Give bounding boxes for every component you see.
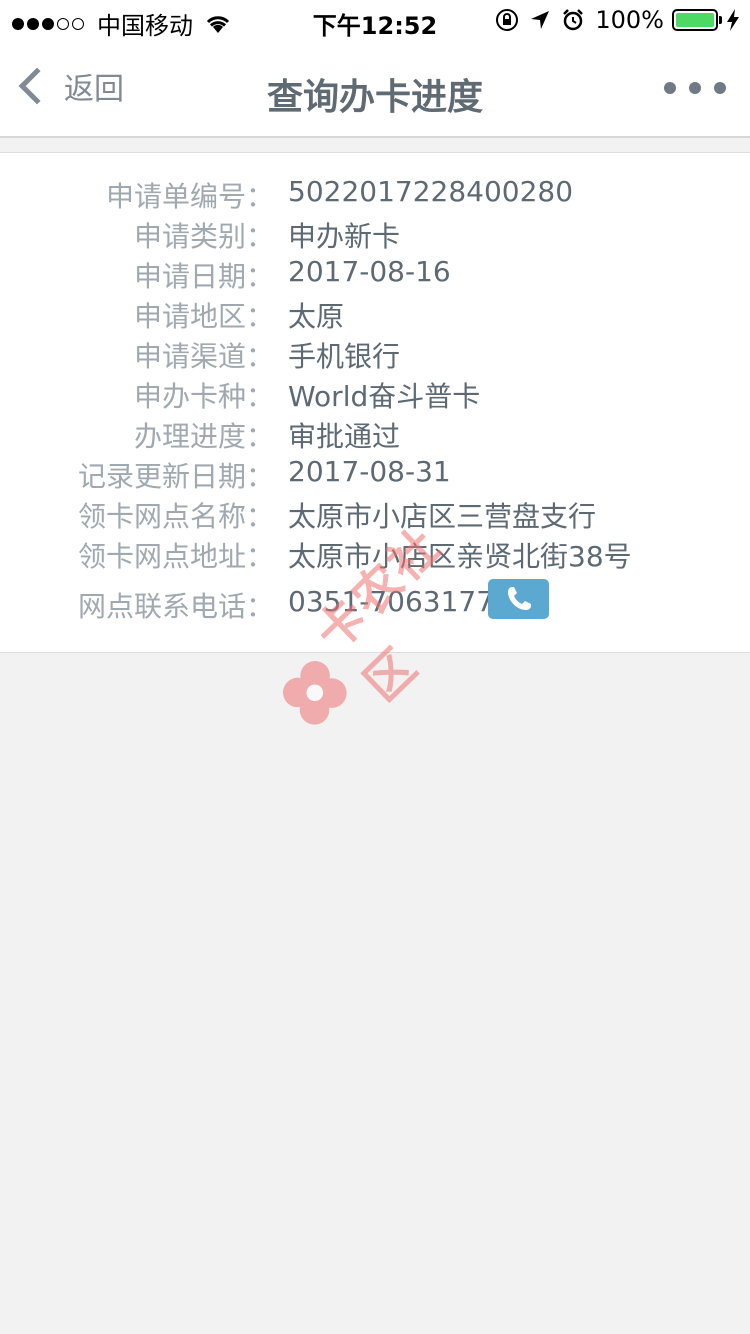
alarm-icon [563, 9, 584, 31]
call-button[interactable] [488, 579, 549, 619]
field-row-application-channel: 申请渠道： 手机银行 [0, 335, 750, 375]
field-row-progress: 办理进度： 审批通过 [0, 415, 750, 455]
flower-logo-icon [282, 660, 347, 725]
field-value: 太原市小店区三营盘支行 [288, 500, 597, 533]
battery-icon [672, 9, 722, 31]
field-value: 审批通过 [288, 420, 401, 453]
field-row-card-type: 申办卡种： World奋斗普卡 [0, 375, 750, 415]
field-value: 5022017228400280 [288, 175, 574, 208]
branch-phone-number[interactable]: 0351-7063177 [288, 585, 494, 618]
field-row-branch-phone: 网点联系电话： 0351-7063177 [0, 579, 750, 625]
field-row-application-type: 申请类别： 申办新卡 [0, 215, 750, 255]
field-row-branch-address: 领卡网点地址： 太原市小店区亲贤北街38号 [0, 535, 750, 575]
location-icon [531, 11, 550, 29]
field-row-branch-name: 领卡网点名称： 太原市小店区三营盘支行 [0, 495, 750, 535]
field-label: 申请类别： [133, 220, 274, 253]
field-label: 网点联系电话： [77, 590, 274, 623]
field-label: 领卡网点地址： [77, 540, 274, 573]
field-value: World奋斗普卡 [288, 380, 481, 413]
more-dots-icon[interactable] [651, 82, 726, 94]
field-value: 太原市小店区亲贤北街38号 [288, 540, 632, 573]
field-value: 太原 [288, 300, 345, 333]
field-label: 申办卡种： [133, 380, 274, 413]
field-value: 申办新卡 [288, 220, 401, 253]
field-row-application-date: 申请日期： 2017-08-16 [0, 255, 750, 295]
field-label: 记录更新日期： [77, 460, 274, 493]
field-row-update-date: 记录更新日期： 2017-08-31 [0, 455, 750, 495]
battery-percentage: 100% [595, 6, 664, 34]
phone-icon [507, 587, 531, 610]
field-value: 手机银行 [288, 340, 401, 373]
field-label: 办理进度： [133, 420, 274, 453]
rotation-lock-icon [496, 9, 519, 31]
field-label: 申请渠道： [133, 340, 274, 373]
field-value: 2017-08-31 [288, 455, 451, 488]
charging-bolt-icon [727, 9, 739, 31]
field-row-application-region: 申请地区： 太原 [0, 295, 750, 335]
status-bar: 中国移动 下午12:52 100% [0, 0, 750, 40]
field-label: 申请地区： [133, 300, 274, 333]
status-right: 100% [495, 6, 740, 34]
application-info-card: 申请单编号： 5022017228400280 申请类别： 申办新卡 申请日期：… [0, 152, 750, 653]
field-row-application-number: 申请单编号： 5022017228400280 [0, 175, 750, 215]
field-value: 2017-08-16 [288, 255, 451, 288]
page-title: 查询办卡进度 [266, 77, 483, 118]
field-label: 领卡网点名称： [77, 500, 274, 533]
field-label: 申请单编号： [105, 180, 274, 213]
field-label: 申请日期： [133, 260, 274, 293]
navigation-bar: 返回 查询办卡进度 [0, 40, 750, 138]
